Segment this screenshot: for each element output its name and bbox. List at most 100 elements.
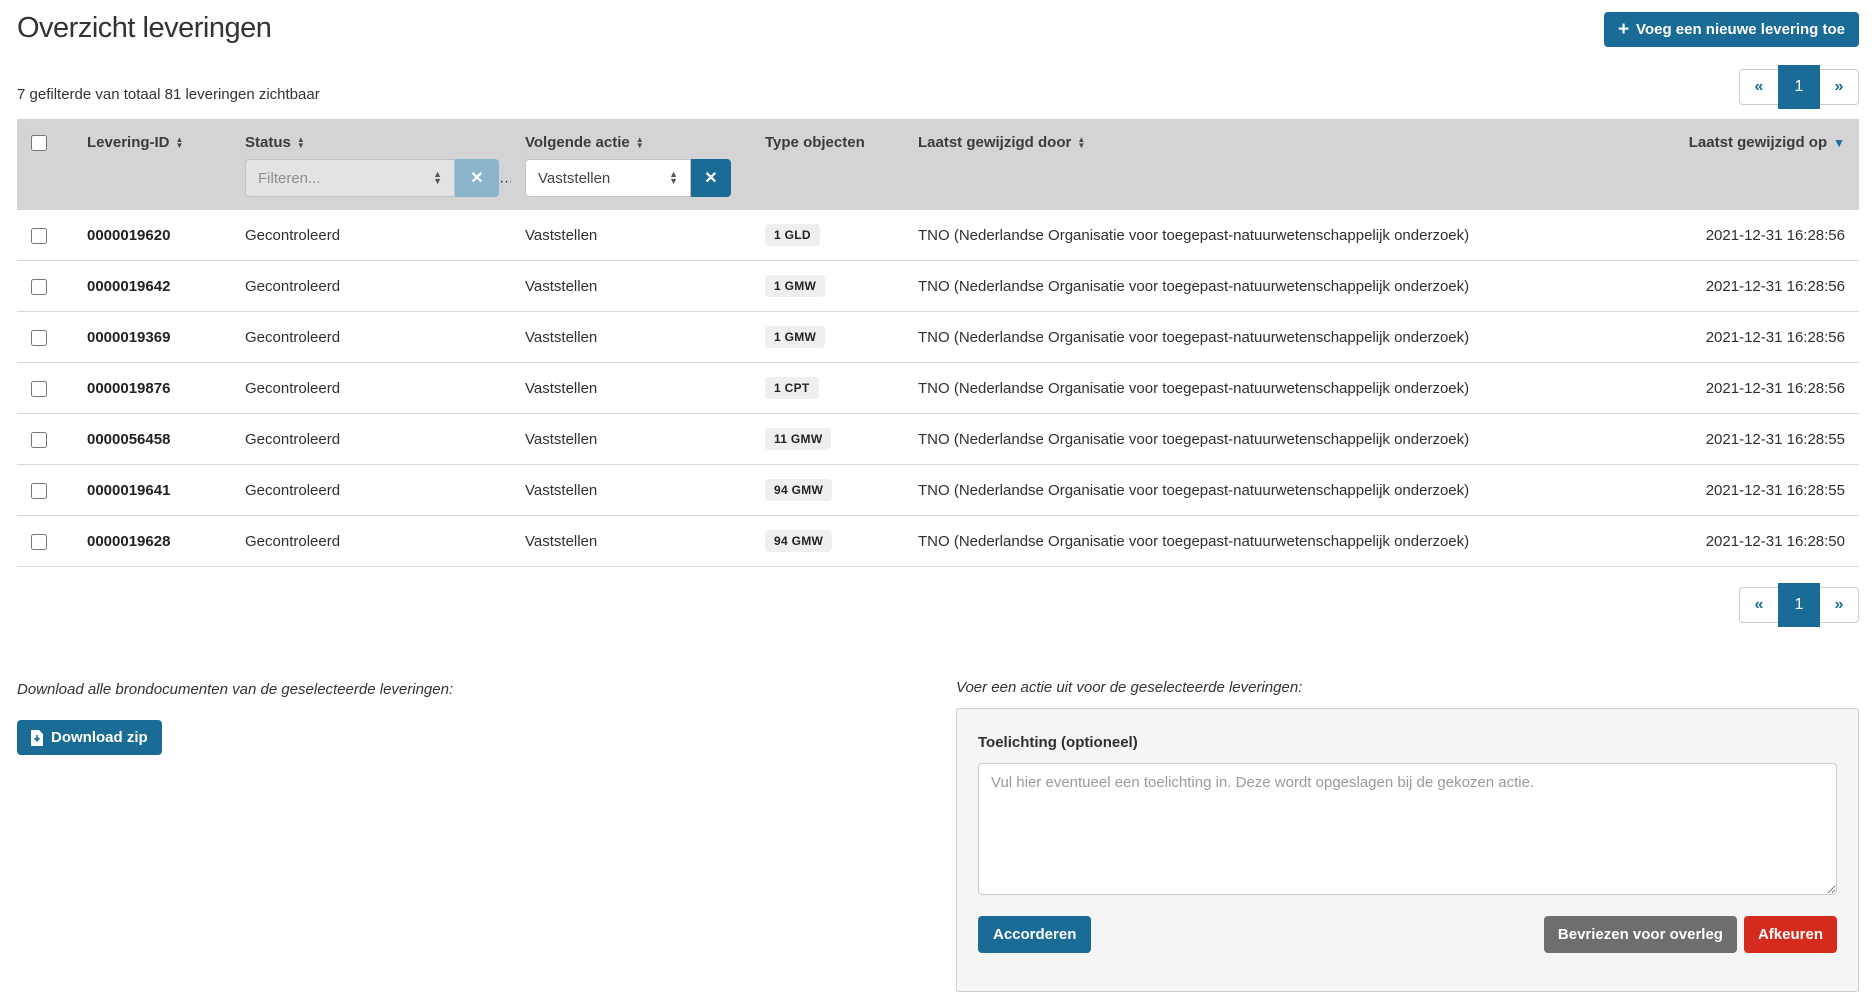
type-objects-cell: 1 GMW xyxy=(751,261,904,312)
column-type-objecten: Type objecten xyxy=(751,119,904,157)
next-action-cell: Vaststellen xyxy=(511,414,751,465)
sort-icon: ▲▼ xyxy=(636,137,644,149)
status-cell: Gecontroleerd xyxy=(231,261,511,312)
next-action-cell: Vaststellen xyxy=(511,210,751,261)
reject-button[interactable]: Afkeuren xyxy=(1744,916,1837,953)
next-action-filter-select[interactable]: Vaststellen ▲▼ xyxy=(525,159,691,197)
pagination-top: « 1 » xyxy=(1739,69,1859,105)
table-row: 0000019876 Gecontroleerd Vaststellen 1 C… xyxy=(17,363,1859,414)
type-objects-cell: 1 GMW xyxy=(751,312,904,363)
select-all-checkbox[interactable] xyxy=(31,135,47,151)
type-objects-badge: 94 GMW xyxy=(765,530,832,552)
sort-icon: ▲▼ xyxy=(297,137,305,149)
select-all-cell xyxy=(17,119,73,157)
levering-id-cell: 0000019620 xyxy=(73,210,231,261)
next-page-button[interactable]: » xyxy=(1820,70,1858,104)
column-volgende-actie-label: Volgende actie xyxy=(525,134,630,151)
table-row: 0000056458 Gecontroleerd Vaststellen 11 … xyxy=(17,414,1859,465)
row-checkbox-cell xyxy=(17,210,73,261)
comment-textarea[interactable] xyxy=(978,763,1837,895)
status-cell: Gecontroleerd xyxy=(231,414,511,465)
status-cell: Gecontroleerd xyxy=(231,516,511,567)
next-action-filter-value: Vaststellen xyxy=(538,170,610,187)
action-filter-cell: Vaststellen ▲▼ ✕ xyxy=(511,157,1859,210)
modified-at-cell: 2021-12-31 16:28:56 xyxy=(1589,261,1859,312)
modified-by-cell: TNO (Nederlandse Organisatie voor toegep… xyxy=(904,363,1589,414)
page-title: Overzicht leveringen xyxy=(17,12,271,45)
column-levering-id[interactable]: Levering-ID▲▼ xyxy=(73,119,231,157)
deliveries-table: Levering-ID▲▼ Status▲▼ Volgende actie▲▼ … xyxy=(17,119,1859,567)
modified-at-cell: 2021-12-31 16:28:56 xyxy=(1589,363,1859,414)
status-filter-clear-button[interactable]: ✕ xyxy=(455,159,499,197)
download-zip-button-label: Download zip xyxy=(51,729,148,746)
row-checkbox[interactable] xyxy=(31,432,47,448)
pagination-bottom: « 1 » xyxy=(1739,587,1859,623)
type-objects-cell: 1 GLD xyxy=(751,210,904,261)
row-checkbox[interactable] xyxy=(31,228,47,244)
levering-id-cell: 0000019641 xyxy=(73,465,231,516)
header-label-row: Levering-ID▲▼ Status▲▼ Volgende actie▲▼ … xyxy=(17,119,1859,157)
sort-icon: ▲▼ xyxy=(1077,137,1085,149)
modified-by-cell: TNO (Nederlandse Organisatie voor toegep… xyxy=(904,414,1589,465)
status-filter-placeholder: Filteren... xyxy=(258,170,321,187)
modified-by-cell: TNO (Nederlandse Organisatie voor toegep… xyxy=(904,210,1589,261)
column-status[interactable]: Status ▲▼ xyxy=(231,119,511,157)
column-status-label: Status xyxy=(245,134,291,151)
column-laatst-gewijzigd-op[interactable]: Laatst gewijzigd op▼ xyxy=(1589,119,1859,157)
next-action-cell: Vaststellen xyxy=(511,516,751,567)
table-row: 0000019641 Gecontroleerd Vaststellen 94 … xyxy=(17,465,1859,516)
topbar: Overzicht leveringen + Voeg een nieuwe l… xyxy=(17,12,1859,47)
table-row: 0000019369 Gecontroleerd Vaststellen 1 G… xyxy=(17,312,1859,363)
sort-icon: ▲▼ xyxy=(176,137,184,149)
type-objects-cell: 94 GMW xyxy=(751,516,904,567)
header-filter-row: Filteren... ▲▼ ✕ Vaststellen ▲▼ ✕ xyxy=(17,157,1859,210)
filter-summary: 7 gefilterde van totaal 81 leveringen zi… xyxy=(17,86,320,105)
modified-at-cell: 2021-12-31 16:28:50 xyxy=(1589,516,1859,567)
type-objects-badge: 1 GLD xyxy=(765,224,820,246)
table-row: 0000019620 Gecontroleerd Vaststellen 1 G… xyxy=(17,210,1859,261)
modified-at-cell: 2021-12-31 16:28:55 xyxy=(1589,465,1859,516)
status-cell: Gecontroleerd xyxy=(231,210,511,261)
column-laatst-gewijzigd-door[interactable]: Laatst gewijzigd door ▲▼ xyxy=(904,119,1589,157)
row-checkbox[interactable] xyxy=(31,483,47,499)
status-filter-cell: Filteren... ▲▼ ✕ xyxy=(231,157,511,210)
status-filter-select[interactable]: Filteren... ▲▼ xyxy=(245,159,455,197)
modified-by-cell: TNO (Nederlandse Organisatie voor toegep… xyxy=(904,261,1589,312)
current-page[interactable]: 1 xyxy=(1778,583,1820,627)
freeze-button[interactable]: Bevriezen voor overleg xyxy=(1544,916,1737,953)
panel-buttons: Accorderen Bevriezen voor overleg Afkeur… xyxy=(978,916,1837,953)
levering-id-cell: 0000019628 xyxy=(73,516,231,567)
comment-label: Toelichting (optioneel) xyxy=(978,734,1837,751)
row-checkbox-cell xyxy=(17,414,73,465)
modified-at-cell: 2021-12-31 16:28:56 xyxy=(1589,312,1859,363)
subbar: 7 gefilterde van totaal 81 leveringen zi… xyxy=(17,69,1859,105)
table-row: 0000019642 Gecontroleerd Vaststellen 1 G… xyxy=(17,261,1859,312)
prev-page-button[interactable]: « xyxy=(1740,70,1778,104)
column-type-objecten-label: Type objecten xyxy=(765,134,865,151)
bottom-section: Download alle brondocumenten van de gese… xyxy=(17,679,1859,992)
type-objects-cell: 1 CPT xyxy=(751,363,904,414)
row-checkbox[interactable] xyxy=(31,381,47,397)
column-laatst-gewijzigd-door-label: Laatst gewijzigd door xyxy=(918,134,1071,151)
plus-icon: + xyxy=(1618,23,1629,37)
next-action-cell: Vaststellen xyxy=(511,312,751,363)
row-checkbox[interactable] xyxy=(31,534,47,550)
type-objects-badge: 1 GMW xyxy=(765,275,825,297)
status-cell: Gecontroleerd xyxy=(231,312,511,363)
download-section-label: Download alle brondocumenten van de gese… xyxy=(17,681,453,698)
download-zip-button[interactable]: Download zip xyxy=(17,720,162,755)
current-page[interactable]: 1 xyxy=(1778,65,1820,109)
column-volgende-actie[interactable]: Volgende actie ▲▼ xyxy=(511,119,751,157)
type-objects-badge: 1 CPT xyxy=(765,377,819,399)
status-cell: Gecontroleerd xyxy=(231,465,511,516)
add-delivery-button[interactable]: + Voeg een nieuwe levering toe xyxy=(1604,12,1859,47)
levering-id-cell: 0000019369 xyxy=(73,312,231,363)
next-action-filter-clear-button[interactable]: ✕ xyxy=(691,159,731,197)
approve-button[interactable]: Accorderen xyxy=(978,916,1091,953)
row-checkbox[interactable] xyxy=(31,279,47,295)
modified-at-cell: 2021-12-31 16:28:55 xyxy=(1589,414,1859,465)
next-action-cell: Vaststellen xyxy=(511,465,751,516)
next-page-button[interactable]: » xyxy=(1820,588,1858,622)
prev-page-button[interactable]: « xyxy=(1740,588,1778,622)
row-checkbox[interactable] xyxy=(31,330,47,346)
